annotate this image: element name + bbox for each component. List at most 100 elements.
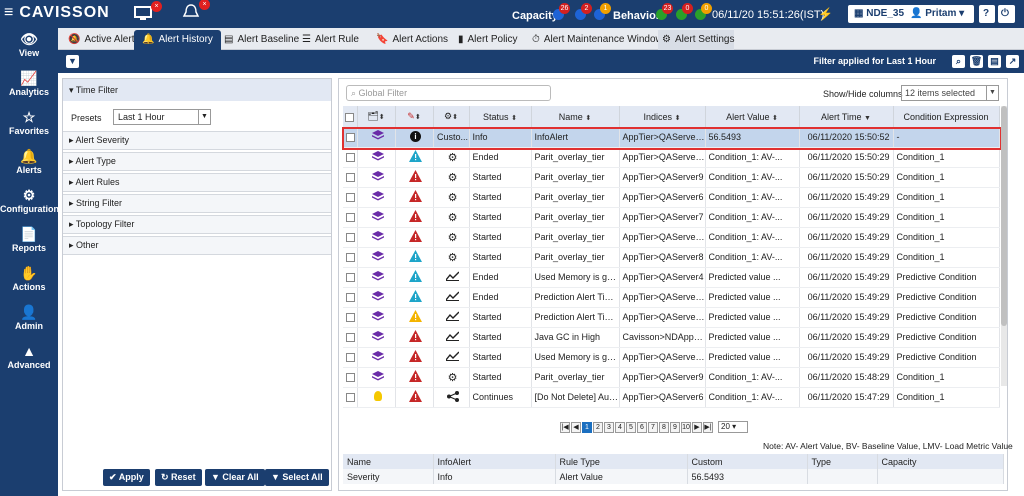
checkbox[interactable]	[346, 173, 355, 183]
first-page-button[interactable]: |◀	[560, 421, 570, 433]
section-alert-rules[interactable]: ▸ Alert Rules	[63, 173, 331, 192]
table-row[interactable]: ⚙ Ended Parit_overlay_tier AppTier>QAServer…	[343, 147, 1000, 168]
table-row[interactable]: i Custo... Info InfoAlert AppTier>QAServer40…	[343, 127, 1000, 148]
header-indices[interactable]: Indices ⬍	[619, 106, 706, 127]
row-checkbox-cell[interactable]	[343, 207, 358, 228]
apply-button[interactable]: ✔ Apply	[103, 469, 150, 486]
reset-button[interactable]: ↻ Reset	[155, 469, 202, 486]
tab-alert-settings[interactable]: ⚙ Alert Settings	[658, 30, 735, 50]
monitor-icon[interactable]: ×	[134, 1, 162, 23]
table-row[interactable]: ⚙ Started Parit_overlay_tier AppTier>QAServ…	[343, 207, 1000, 228]
tab-alert-maintenance-window[interactable]: ⏱ Alert Maintenance Window	[528, 30, 663, 50]
env-button[interactable]: ▦ NDE_35	[848, 5, 911, 23]
filter-icon[interactable]: ▼	[66, 55, 79, 68]
row-checkbox-cell[interactable]	[343, 187, 358, 208]
nav-advanced[interactable]: ▲ Advanced	[0, 340, 58, 379]
behavior-critical-icon[interactable]: 23	[656, 3, 673, 20]
header-name[interactable]: Name ⬍	[531, 106, 620, 127]
nav-reports[interactable]: 📄 Reports	[0, 223, 58, 262]
page-6-button[interactable]: 6	[637, 421, 647, 433]
columns-multiselect[interactable]: 12 items selected ▼	[901, 85, 999, 101]
nav-view[interactable]: 👁 View	[0, 28, 58, 67]
capacity-major-bell-icon[interactable]: 2	[575, 3, 592, 20]
section-string-filter[interactable]: ▸ String Filter	[63, 194, 331, 213]
checkbox[interactable]	[346, 373, 355, 383]
row-checkbox-cell[interactable]	[343, 267, 358, 288]
checkbox[interactable]	[345, 112, 355, 122]
row-checkbox-cell[interactable]	[343, 307, 358, 328]
header-alert-time[interactable]: Alert Time ▼	[799, 106, 894, 127]
prev-page-button[interactable]: ◀	[571, 421, 581, 433]
page-10-button[interactable]: 10	[681, 421, 691, 433]
table-row[interactable]: Continues [Do Not Delete] Auto... AppTier>…	[343, 387, 1000, 408]
header-condition-expression[interactable]: Condition Expression	[893, 106, 1000, 127]
checkbox[interactable]	[346, 313, 355, 323]
capacity-minor-bell-icon[interactable]: 1	[594, 3, 611, 20]
header-kind[interactable]: ⚙⬍	[433, 106, 470, 127]
global-filter-input[interactable]: ⌕ Global Filter	[346, 85, 551, 101]
nav-analytics[interactable]: 📈 Analytics	[0, 67, 58, 106]
row-checkbox-cell[interactable]	[343, 227, 358, 248]
table-row[interactable]: Ended Used Memory is get... AppTier>QAServ…	[343, 267, 1000, 288]
table-row[interactable]: ⚙ Started Parit_overlay_tier AppTier>QAServ…	[343, 167, 1000, 188]
help-icon[interactable]: ?	[979, 5, 995, 23]
row-checkbox-cell[interactable]	[343, 127, 358, 148]
checkbox[interactable]	[346, 293, 355, 303]
table-row[interactable]: Started Prediction Alert Tim... AppTier>QA…	[343, 307, 1000, 328]
section-topology-filter[interactable]: ▸ Topology Filter	[63, 215, 331, 234]
trend-icon[interactable]: ↗	[1006, 55, 1019, 68]
tab-alert-policy[interactable]: ▮ Alert Policy	[454, 30, 518, 50]
nav-favorites[interactable]: ☆ Favorites	[0, 106, 58, 145]
behavior-minor-icon[interactable]: 0	[695, 3, 712, 20]
header-alert-type[interactable]: 🗂⬍	[357, 106, 396, 127]
table-row[interactable]: ⚙ Started Parit_overlay_tier AppTier>QAServ…	[343, 247, 1000, 268]
checkbox[interactable]	[346, 213, 355, 223]
app-logo[interactable]: ≡ CAVISSON	[4, 4, 110, 22]
table-row[interactable]: ⚙ Started Parit_overlay_tier AppTier>QAServ…	[343, 367, 1000, 388]
nav-alerts[interactable]: 🔔 Alerts	[0, 145, 58, 184]
tab-alert-history[interactable]: 🔔 Alert History	[134, 30, 221, 50]
nav-admin[interactable]: 👤 Admin	[0, 301, 58, 340]
user-menu-button[interactable]: 👤 Pritam ▾	[904, 5, 974, 23]
tab-alert-baseline[interactable]: ▤ Alert Baseline	[220, 30, 299, 50]
tab-active-alert[interactable]: 🔕 Active Alert	[64, 30, 134, 50]
page-3-button[interactable]: 3	[604, 421, 614, 433]
page-2-button[interactable]: 2	[593, 421, 603, 433]
presets-select[interactable]: Last 1 Hour ▼	[113, 109, 211, 125]
row-checkbox-cell[interactable]	[343, 347, 358, 368]
nav-actions[interactable]: ✋ Actions	[0, 262, 58, 301]
page-4-button[interactable]: 4	[615, 421, 625, 433]
row-checkbox-cell[interactable]	[343, 247, 358, 268]
checkbox[interactable]	[346, 273, 355, 283]
header-alert-value[interactable]: Alert Value ⬍	[705, 106, 800, 127]
page-7-button[interactable]: 7	[648, 421, 658, 433]
page-8-button[interactable]: 8	[659, 421, 669, 433]
select-all-button[interactable]: ▼ Select All	[265, 469, 329, 486]
bell-outline-icon[interactable]: ×	[182, 0, 210, 21]
row-checkbox-cell[interactable]	[343, 387, 358, 408]
page-size-select[interactable]: 20 ▾	[718, 421, 748, 434]
table-row[interactable]: ⚙ Started Parit_overlay_tier AppTier>QAServ…	[343, 187, 1000, 208]
section-alert-type[interactable]: ▸ Alert Type	[63, 152, 331, 171]
delete-icon[interactable]: 🗑	[970, 55, 983, 68]
scrollbar-thumb[interactable]	[1001, 106, 1007, 326]
section-other[interactable]: ▸ Other	[63, 236, 331, 255]
page-5-button[interactable]: 5	[626, 421, 636, 433]
header-severity[interactable]: ✎⬍	[395, 106, 434, 127]
page-9-button[interactable]: 9	[670, 421, 680, 433]
time-filter-header[interactable]: ▾ Time Filter	[63, 79, 331, 101]
row-checkbox-cell[interactable]	[343, 167, 358, 188]
row-checkbox-cell[interactable]	[343, 147, 358, 168]
checkbox[interactable]	[346, 193, 355, 203]
performance-icon[interactable]: ⚡	[818, 7, 833, 21]
next-page-button[interactable]: ▶	[692, 421, 702, 433]
page-1-button[interactable]: 1	[582, 421, 592, 433]
table-row[interactable]: Ended Prediction Alert Tim... AppTier>QASe…	[343, 287, 1000, 308]
tab-alert-rule[interactable]: ☰ Alert Rule	[298, 30, 359, 50]
row-checkbox-cell[interactable]	[343, 327, 358, 348]
row-checkbox-cell[interactable]	[343, 287, 358, 308]
vertical-scrollbar[interactable]	[1001, 106, 1007, 386]
search-icon[interactable]: ⌕	[952, 55, 965, 68]
last-page-button[interactable]: ▶|	[703, 421, 713, 433]
checkbox[interactable]	[346, 153, 355, 163]
